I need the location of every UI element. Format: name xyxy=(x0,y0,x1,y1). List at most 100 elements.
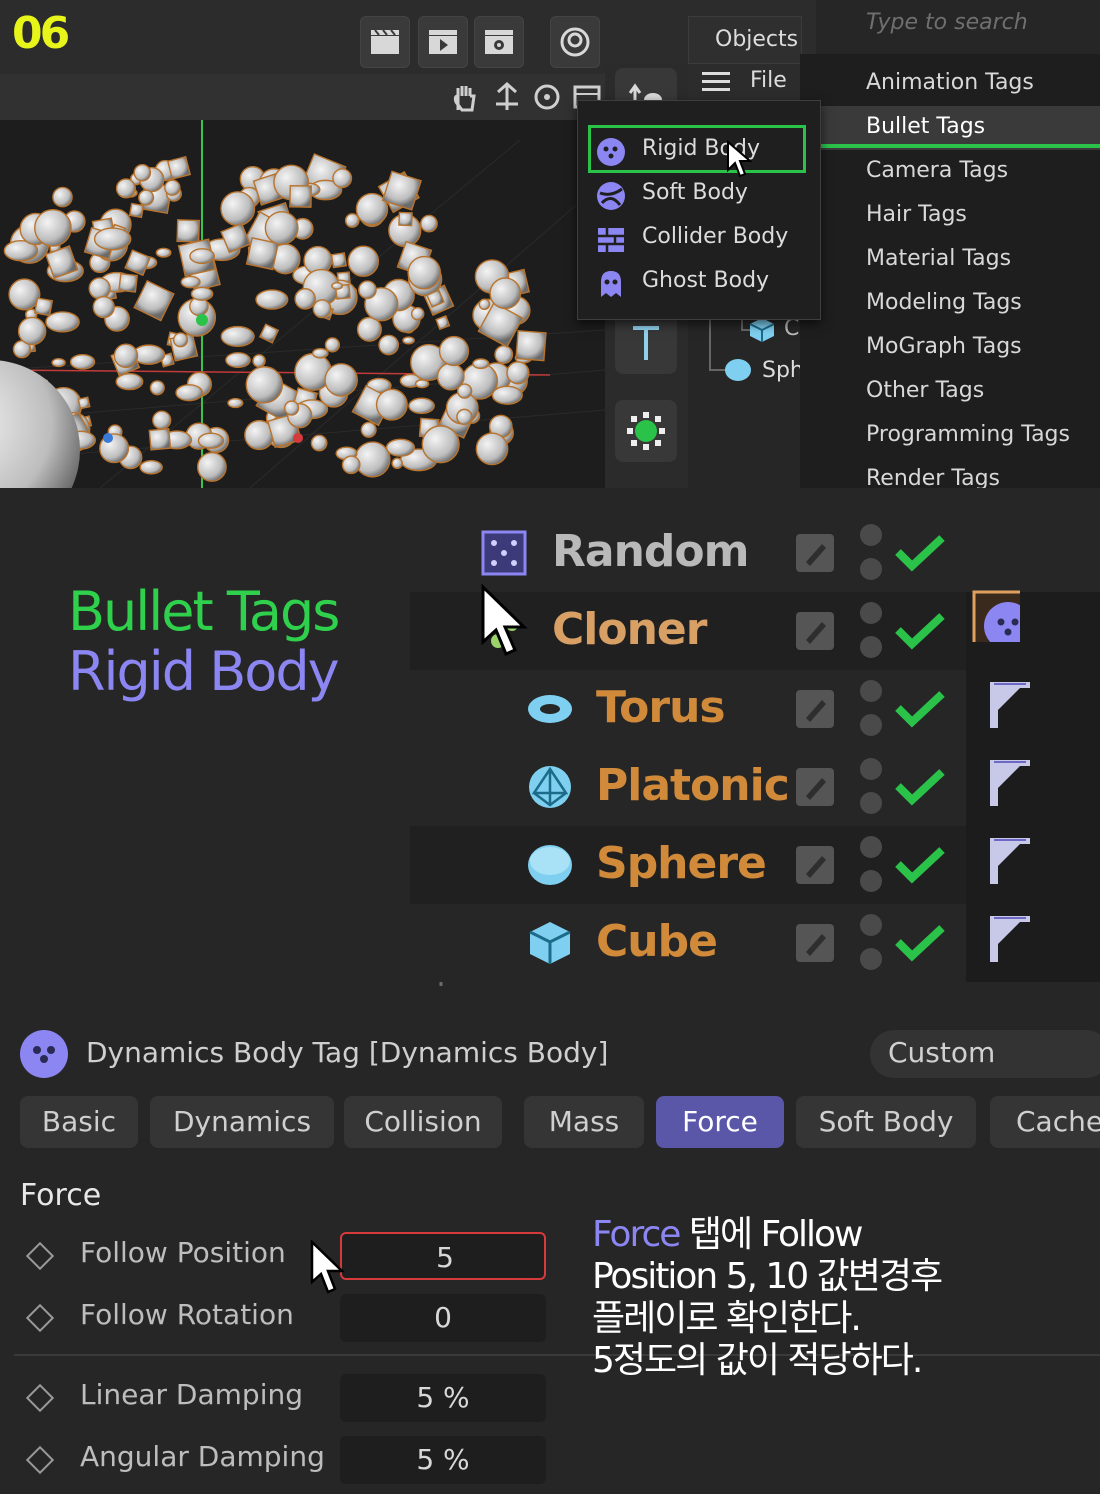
bullet-menu-item[interactable]: Soft Body xyxy=(578,173,820,217)
enabled-check-icon[interactable] xyxy=(894,766,946,806)
field-value-input[interactable]: 5 % xyxy=(340,1374,546,1422)
custom-mode-button[interactable]: Custom xyxy=(870,1030,1100,1078)
tag-category-item[interactable]: Render Tags xyxy=(800,458,1100,488)
enabled-check-icon[interactable] xyxy=(894,922,946,962)
tag-category-item[interactable]: Animation Tags xyxy=(800,62,1100,106)
bullet-tags-submenu: Rigid Body Soft Body Collider Body Ghost Bo… xyxy=(577,100,821,320)
attribute-tab[interactable]: Basic xyxy=(20,1096,138,1148)
phong-tag-icon[interactable] xyxy=(986,678,1034,730)
scene-object xyxy=(438,335,470,367)
enabled-check-icon[interactable] xyxy=(894,844,946,884)
attribute-tab-label: Collision xyxy=(364,1105,482,1138)
field-value-input[interactable]: 5 % xyxy=(340,1436,546,1484)
point-mode-button[interactable] xyxy=(615,400,677,462)
visibility-dots[interactable] xyxy=(860,758,882,816)
attribute-tab[interactable]: Force xyxy=(656,1096,784,1148)
3d-viewport[interactable] xyxy=(0,120,606,488)
field-value: 5 xyxy=(436,1241,454,1274)
tag-category-label: Material Tags xyxy=(866,246,1012,271)
scene-object xyxy=(356,316,382,342)
hierarchy-row[interactable]: Cube xyxy=(410,904,1100,982)
field-value-input[interactable]: 5 xyxy=(340,1232,546,1280)
edit-toggle[interactable] xyxy=(796,690,834,728)
tag-category-item[interactable]: Camera Tags xyxy=(800,150,1100,194)
scene-object xyxy=(172,332,189,348)
edit-toggle[interactable] xyxy=(796,846,834,884)
object-name[interactable]: Platonic xyxy=(596,760,790,811)
attribute-tab[interactable]: Collision xyxy=(344,1096,502,1148)
keyframe-diamond-icon[interactable] xyxy=(25,1241,55,1271)
file-menu[interactable]: File xyxy=(688,62,800,102)
tab-objects[interactable]: Objects xyxy=(688,16,802,64)
history-button[interactable] xyxy=(550,16,600,68)
enabled-check-icon[interactable] xyxy=(894,610,946,650)
tag-category-item[interactable]: Programming Tags xyxy=(800,414,1100,458)
scene-object xyxy=(77,396,91,410)
scene-object xyxy=(398,211,413,227)
scene-object xyxy=(52,186,73,208)
bullet-menu-item[interactable]: Rigid Body xyxy=(578,129,820,173)
render-view-button[interactable] xyxy=(418,16,468,68)
enabled-check-icon[interactable] xyxy=(894,532,946,572)
keyframe-diamond-icon[interactable] xyxy=(25,1383,55,1413)
rotate-icon[interactable] xyxy=(532,82,562,112)
cube-icon xyxy=(529,922,571,964)
tag-category-label: Modeling Tags xyxy=(866,290,1022,315)
object-fragment-2[interactable]: Sph xyxy=(762,358,804,383)
edit-toggle[interactable] xyxy=(796,768,834,806)
field-value-input[interactable]: 0 xyxy=(340,1294,546,1342)
tag-category-item[interactable]: MoGraph Tags xyxy=(800,326,1100,370)
phong-tag-icon[interactable] xyxy=(986,912,1034,964)
rigid-body-tag-icon[interactable] xyxy=(972,590,1020,642)
enabled-check-icon[interactable] xyxy=(894,688,946,728)
scene-object xyxy=(375,388,408,421)
attribute-tab[interactable]: Dynamics xyxy=(150,1096,334,1148)
attribute-tab[interactable]: Mass xyxy=(524,1096,644,1148)
tag-category-item[interactable]: Modeling Tags xyxy=(800,282,1100,326)
text-tool-button[interactable] xyxy=(615,312,677,374)
bullet-menu-item[interactable]: Collider Body xyxy=(578,217,820,261)
tag-search-input[interactable]: Type to search xyxy=(816,0,1100,54)
visibility-dots[interactable] xyxy=(860,914,882,972)
tag-category-item[interactable]: Hair Tags xyxy=(800,194,1100,238)
scene-object xyxy=(8,278,41,311)
bullet-menu-item[interactable]: Ghost Body xyxy=(578,261,820,305)
visibility-dots[interactable] xyxy=(860,836,882,894)
object-name[interactable]: Random xyxy=(552,526,749,577)
hand-icon[interactable] xyxy=(450,82,480,112)
edit-toggle[interactable] xyxy=(796,612,834,650)
object-name[interactable]: Sphere xyxy=(596,838,767,889)
scene-object xyxy=(175,384,204,402)
field-label: Follow Rotation xyxy=(80,1298,294,1331)
tag-column xyxy=(966,826,1100,904)
attribute-tab[interactable]: Cache xyxy=(990,1096,1100,1148)
attribute-tab[interactable]: Soft Body xyxy=(796,1096,976,1148)
scene-object xyxy=(506,361,530,385)
clapper-button[interactable] xyxy=(360,16,410,68)
scene-object xyxy=(330,252,347,269)
move-icon[interactable] xyxy=(492,82,522,112)
visibility-dots[interactable] xyxy=(860,602,882,660)
hierarchy-row[interactable]: Platonic xyxy=(410,748,1100,826)
phong-tag-icon[interactable] xyxy=(986,756,1034,808)
hierarchy-row[interactable]: Random xyxy=(410,514,1100,592)
hierarchy-row[interactable]: Sphere xyxy=(410,826,1100,904)
edit-toggle[interactable] xyxy=(796,534,834,572)
tag-category-item[interactable]: Material Tags xyxy=(800,238,1100,282)
object-name[interactable]: Cloner xyxy=(552,604,707,655)
hierarchy-row[interactable]: Torus xyxy=(410,670,1100,748)
visibility-dots[interactable] xyxy=(860,524,882,582)
keyframe-diamond-icon[interactable] xyxy=(25,1445,55,1475)
platonic-icon xyxy=(529,766,571,808)
phong-tag-icon[interactable] xyxy=(986,834,1034,886)
tag-category-item[interactable]: Other Tags xyxy=(800,370,1100,414)
object-name[interactable]: Torus xyxy=(596,682,726,733)
scene-object xyxy=(220,191,256,227)
hamburger-menu-icon[interactable] xyxy=(702,70,730,92)
object-name[interactable]: Cube xyxy=(596,916,718,967)
visibility-dots[interactable] xyxy=(860,680,882,738)
edit-toggle[interactable] xyxy=(796,924,834,962)
tag-category-label: Render Tags xyxy=(866,466,1001,488)
keyframe-diamond-icon[interactable] xyxy=(25,1303,55,1333)
render-settings-button[interactable] xyxy=(474,16,524,68)
